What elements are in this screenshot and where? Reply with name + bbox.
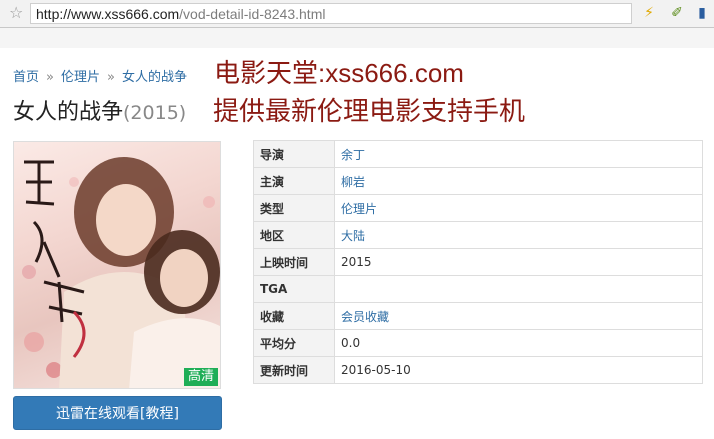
info-key: 导演 [253, 140, 335, 168]
url-host: http://www.xss666.com [36, 6, 180, 22]
info-value-cell: 伦理片 [334, 194, 703, 222]
breadcrumb-current-link[interactable]: 女人的战争 [122, 70, 187, 85]
movie-poster[interactable]: 高清 [13, 141, 221, 389]
info-key: 更新时间 [253, 356, 335, 384]
poster-artwork-icon [22, 157, 220, 388]
info-value: 0.0 [341, 336, 361, 350]
breadcrumb-category-link[interactable]: 伦理片 [61, 70, 100, 85]
info-row: TGA [253, 275, 703, 303]
watermark-site-text: 电影天堂:xss666.com [214, 58, 464, 88]
hd-badge: 高清 [184, 368, 218, 386]
breadcrumb-separator: » [46, 70, 54, 85]
url-text: http://www.xss666.com/vod-detail-id-8243… [36, 5, 325, 23]
watermark-slogan-text: 提供最新伦理电影支持手机 [213, 97, 526, 127]
info-value-link[interactable]: 柳岩 [341, 175, 365, 189]
info-row: 导演 余丁 [253, 140, 703, 168]
lightning-extension-icon[interactable]: ⚡ [639, 3, 659, 24]
breadcrumb-home-link[interactable]: 首页 [13, 70, 39, 85]
info-value-cell: 余丁 [334, 140, 703, 168]
bookmark-star-icon[interactable]: ☆ [9, 4, 23, 22]
page-title: 女人的战争(2015) [13, 99, 186, 127]
info-value-link[interactable]: 大陆 [341, 229, 365, 243]
info-value-cell: 柳岩 [334, 167, 703, 195]
info-value-cell: 2015 [334, 248, 703, 276]
breadcrumb: 首页 » 伦理片 » 女人的战争 [13, 66, 187, 85]
breadcrumb-separator: » [107, 70, 115, 85]
leaf-extension-icon[interactable]: ✐ [667, 3, 687, 24]
info-row: 上映时间 2015 [253, 248, 703, 276]
info-value: 2016-05-10 [341, 363, 411, 377]
browser-address-bar: ☆ http://www.xss666.com/vod-detail-id-82… [0, 0, 714, 28]
info-row: 类型 伦理片 [253, 194, 703, 222]
url-path: /vod-detail-id-8243.html [179, 6, 326, 22]
info-value-cell [334, 275, 703, 303]
bookmarks-strip [0, 28, 714, 48]
info-value-cell: 2016-05-10 [334, 356, 703, 384]
info-key: 类型 [253, 194, 335, 222]
info-row: 收藏 会员收藏 [253, 302, 703, 330]
info-key: 上映时间 [253, 248, 335, 276]
movie-title: 女人的战争 [13, 100, 124, 125]
movie-info-table: 导演 余丁 主演 柳岩 类型 伦理片 地区 大陆 上映时间 2015 TGA 收藏 会员收藏 平均分 0.0… [253, 140, 703, 384]
info-key: TGA [253, 275, 335, 303]
watch-online-button[interactable]: 迅雷在线观看[教程] [13, 396, 222, 430]
info-value-link[interactable]: 余丁 [341, 148, 365, 162]
info-value-cell: 会员收藏 [334, 302, 703, 330]
info-value-link[interactable]: 伦理片 [341, 202, 377, 216]
info-key: 地区 [253, 221, 335, 249]
info-value-link[interactable]: 会员收藏 [341, 310, 389, 324]
url-input[interactable]: http://www.xss666.com/vod-detail-id-8243… [30, 3, 632, 24]
info-row: 地区 大陆 [253, 221, 703, 249]
info-row: 平均分 0.0 [253, 329, 703, 357]
info-key: 收藏 [253, 302, 335, 330]
info-key: 平均分 [253, 329, 335, 357]
reader-extension-icon[interactable]: ▮ [692, 3, 712, 24]
info-key: 主演 [253, 167, 335, 195]
movie-year: (2015) [123, 102, 187, 124]
info-row: 更新时间 2016-05-10 [253, 356, 703, 384]
info-value-cell: 大陆 [334, 221, 703, 249]
info-value: 2015 [341, 255, 372, 269]
info-value-cell: 0.0 [334, 329, 703, 357]
info-row: 主演 柳岩 [253, 167, 703, 195]
